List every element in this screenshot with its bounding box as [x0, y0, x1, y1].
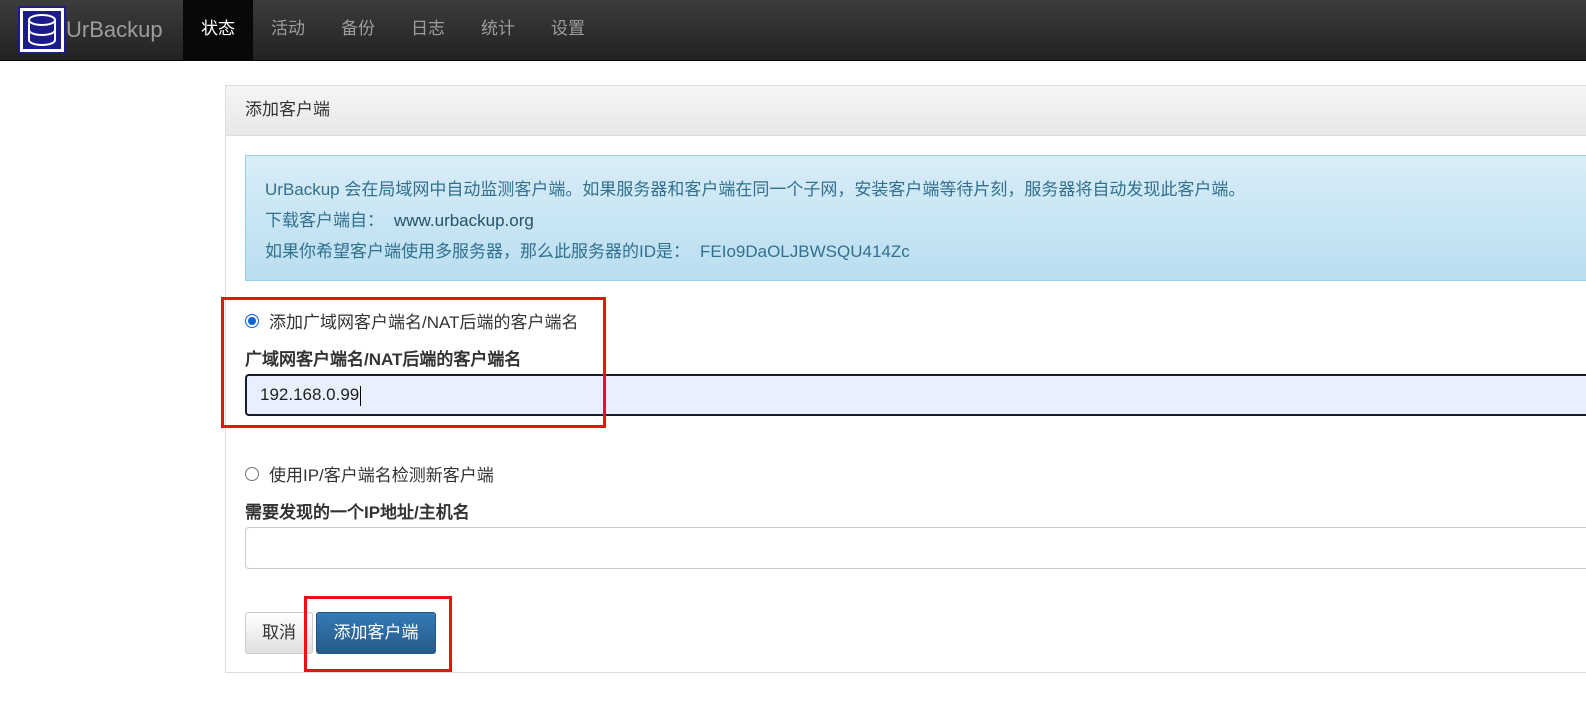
radio-button-unchecked[interactable]: [245, 466, 259, 481]
add-client-panel: 添加客户端 UrBackup 会在局域网中自动监测客户端。如果服务器和客户端在同…: [225, 85, 1586, 673]
nav-item-statistics[interactable]: 统计: [463, 0, 533, 60]
top-navbar: UrBackup 状态 活动 备份 日志 统计 设置: [0, 0, 1586, 61]
nav-item-status[interactable]: 状态: [183, 0, 253, 60]
server-id-prefix: 如果你希望客户端使用多服务器，那么此服务器的ID是：: [265, 242, 690, 261]
ip-hostname-input[interactable]: [245, 527, 1586, 569]
download-prefix: 下载客户端自：: [265, 211, 384, 230]
add-client-button[interactable]: 添加客户端: [316, 612, 436, 654]
nav-item-backups[interactable]: 备份: [323, 0, 393, 60]
internet-client-name-value: 192.168.0.99: [260, 385, 360, 404]
radio-ip-discovery[interactable]: 使用IP/客户端名检测新客户端: [245, 461, 494, 486]
ip-hostname-field-label: 需要发现的一个IP地址/主机名: [245, 503, 470, 522]
nav-item-settings[interactable]: 设置: [533, 0, 603, 60]
alert-line-autodetect: UrBackup 会在局域网中自动监测客户端。如果服务器和客户端在同一个子网，安…: [265, 180, 1246, 199]
brand[interactable]: UrBackup: [18, 4, 163, 56]
database-icon: [18, 6, 66, 54]
panel-title: 添加客户端: [226, 86, 1586, 136]
main-nav: 状态 活动 备份 日志 统计 设置: [183, 0, 603, 60]
text-caret: [360, 385, 362, 406]
nav-item-logs[interactable]: 日志: [393, 0, 463, 60]
download-link[interactable]: www.urbackup.org: [394, 211, 534, 230]
radio-internet-label: 添加广域网客户端名/NAT后端的客户端名: [269, 313, 579, 332]
nav-item-activities[interactable]: 活动: [253, 0, 323, 60]
alert-line-server-id: 如果你希望客户端使用多服务器，那么此服务器的ID是： FEIo9DaOLJBWSQ…: [265, 236, 1586, 267]
info-alert: UrBackup 会在局域网中自动监测客户端。如果服务器和客户端在同一个子网，安…: [245, 155, 1586, 281]
cancel-button[interactable]: 取消: [245, 612, 313, 654]
brand-name: UrBackup: [66, 17, 163, 42]
radio-ip-label: 使用IP/客户端名检测新客户端: [269, 466, 494, 485]
radio-button-checked[interactable]: [245, 313, 259, 328]
internet-client-name-input[interactable]: 192.168.0.99: [245, 374, 1586, 416]
server-id-value: FEIo9DaOLJBWSQU414Zc: [700, 242, 910, 261]
radio-internet-client[interactable]: 添加广域网客户端名/NAT后端的客户端名: [245, 308, 578, 333]
alert-line-download: 下载客户端自： www.urbackup.org: [265, 205, 1586, 236]
internet-client-field-label: 广域网客户端名/NAT后端的客户端名: [245, 350, 522, 369]
